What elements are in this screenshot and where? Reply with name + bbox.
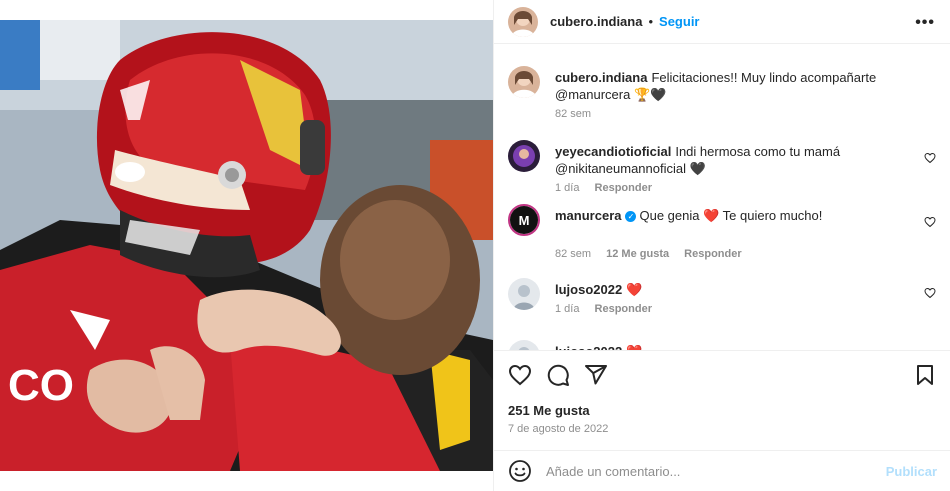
like-comment-heart-icon[interactable] xyxy=(924,287,936,299)
reply-button[interactable]: Responder xyxy=(595,182,652,194)
reply-button[interactable]: Responder xyxy=(595,303,652,315)
comment-time[interactable]: 82 sem xyxy=(555,108,591,120)
comment-text: cubero.indiana Felicitaciones!! Muy lindo… xyxy=(555,69,915,103)
publish-button[interactable]: Publicar xyxy=(886,464,937,479)
avatar[interactable]: M xyxy=(508,204,540,236)
avatar[interactable] xyxy=(508,278,540,310)
comment-username[interactable]: cubero.indiana xyxy=(555,70,647,85)
avatar[interactable] xyxy=(508,140,540,172)
post-panel: cubero.indiana • Seguir ••• cubero.india… xyxy=(493,0,950,491)
avatar[interactable] xyxy=(508,66,540,98)
comment-likes[interactable]: 12 Me gusta xyxy=(606,248,669,260)
comment-text: lujoso2022 ❤️ xyxy=(555,281,915,298)
comment-content: ❤️ xyxy=(626,282,643,297)
comment-text: manurcera ✓ Que genia ❤️ Te quiero mucho! xyxy=(555,207,915,224)
actions-section: 251 Me gusta 7 de agosto de 2022 xyxy=(494,350,950,450)
post-header: cubero.indiana • Seguir ••• xyxy=(494,0,950,44)
post-photo[interactable]: CO xyxy=(0,20,493,471)
likes-count[interactable]: 251 Me gusta xyxy=(508,403,590,418)
comment-icon[interactable] xyxy=(546,363,570,387)
comment-text: yeyecandiotioficial Indi hermosa como tu … xyxy=(555,143,915,177)
list-item: cubero.indiana Felicitaciones!! Muy lindo… xyxy=(508,66,938,126)
emoji-icon[interactable] xyxy=(508,459,532,483)
comment-text: lujoso2022❤️ xyxy=(555,343,915,350)
more-options-icon[interactable]: ••• xyxy=(915,14,935,32)
list-item: yeyecandiotioficial Indi hermosa como tu … xyxy=(508,140,938,196)
comment-username[interactable]: lujoso2022 xyxy=(555,282,622,297)
comment-content: Que genia ❤️ Te quiero mucho! xyxy=(639,208,823,223)
comment-input[interactable] xyxy=(546,463,866,479)
list-item: M manurcera ✓ Que genia ❤️ Te quiero mucho… xyxy=(508,204,938,264)
comments-list[interactable]: cubero.indiana Felicitaciones!! Muy lindo… xyxy=(494,44,950,350)
heart-icon[interactable] xyxy=(508,363,532,387)
author-avatar[interactable] xyxy=(508,6,538,37)
reply-button[interactable]: Responder xyxy=(684,248,741,260)
author-username[interactable]: cubero.indiana xyxy=(550,14,642,29)
list-item: lujoso2022❤️ xyxy=(508,340,938,350)
separator-dot: • xyxy=(648,14,654,29)
list-item: lujoso2022 ❤️ 1 día Responder xyxy=(508,278,938,322)
add-comment-bar: Publicar xyxy=(494,450,950,491)
comment-meta: 82 sem 12 Me gusta Responder xyxy=(555,248,754,260)
svg-text:CO: CO xyxy=(8,361,74,410)
avatar[interactable] xyxy=(508,340,540,350)
post-date: 7 de agosto de 2022 xyxy=(508,423,609,435)
post-media: CO xyxy=(0,0,493,491)
like-comment-heart-icon[interactable] xyxy=(924,216,936,228)
comment-meta: 1 día Responder xyxy=(555,182,664,194)
comment-meta: 1 día Responder xyxy=(555,303,664,315)
comment-username[interactable]: yeyecandiotioficial xyxy=(555,144,671,159)
verified-badge-icon: ✓ xyxy=(625,211,637,222)
follow-button[interactable]: Seguir xyxy=(659,14,699,29)
like-comment-heart-icon[interactable] xyxy=(924,152,936,164)
comment-meta: 82 sem xyxy=(555,108,603,120)
action-bar xyxy=(508,363,608,387)
comment-time[interactable]: 1 día xyxy=(555,182,579,194)
comment-username[interactable]: manurcera xyxy=(555,208,621,223)
svg-text:M: M xyxy=(519,213,530,228)
share-icon[interactable] xyxy=(584,363,608,387)
bookmark-icon[interactable] xyxy=(913,363,937,387)
comment-time[interactable]: 82 sem xyxy=(555,248,591,260)
comment-time[interactable]: 1 día xyxy=(555,303,579,315)
